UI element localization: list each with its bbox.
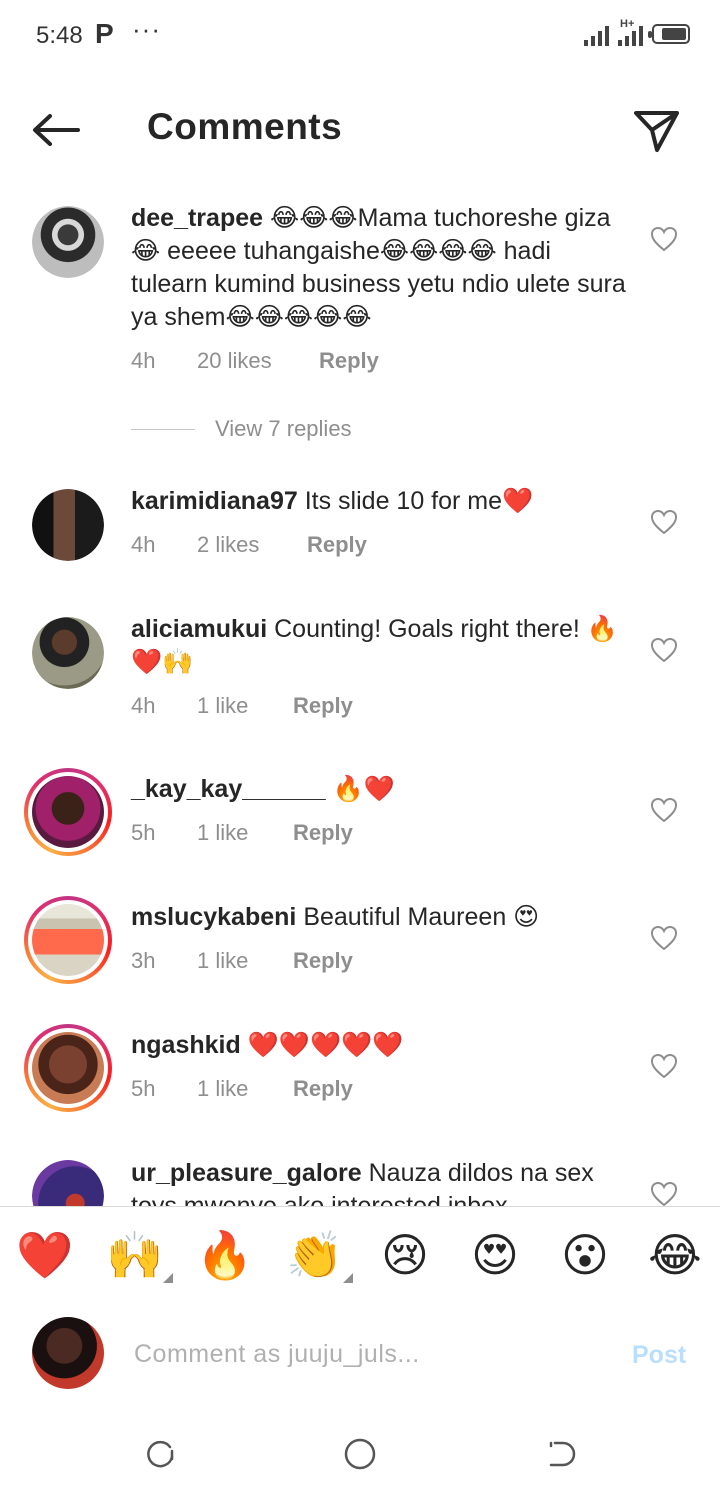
emoji-raising-hands[interactable]: 🙌 — [105, 1227, 173, 1283]
current-user-avatar — [32, 1317, 104, 1389]
comment-input[interactable] — [132, 1333, 596, 1375]
comment-username[interactable]: ur_pleasure_galore — [131, 1159, 362, 1187]
emoji-quick-bar: ❤️ 🙌 🔥 👏 😢 😍 😮 😂 — [0, 1206, 720, 1306]
system-nav-bar — [0, 1405, 720, 1500]
home-icon[interactable] — [343, 1437, 377, 1471]
skin-tone-indicator-icon — [163, 1273, 173, 1283]
emoji-crying[interactable]: 😢 — [375, 1227, 435, 1283]
avatar[interactable] — [32, 1160, 104, 1206]
skin-tone-indicator-icon — [343, 1273, 353, 1283]
comment-item: ur_pleasure_galore Nauza dildos na sex t… — [0, 0, 720, 1206]
emoji-clapping[interactable]: 👏 — [285, 1227, 353, 1283]
emoji-fire[interactable]: 🔥 — [195, 1227, 255, 1283]
emoji-heart[interactable]: ❤️ — [15, 1227, 75, 1283]
emoji-heart-eyes[interactable]: 😍 — [465, 1227, 525, 1283]
emoji-laughing[interactable]: 😂 — [645, 1227, 705, 1283]
recent-apps-icon[interactable] — [143, 1437, 177, 1471]
back-nav-icon[interactable] — [543, 1437, 577, 1471]
post-button[interactable]: Post — [632, 1341, 686, 1370]
comment-composer: Post — [0, 1305, 720, 1405]
emoji-surprised[interactable]: 😮 — [555, 1227, 615, 1283]
heart-icon[interactable] — [650, 1181, 678, 1206]
comment-body: ur_pleasure_galore Nauza dildos na sex t… — [131, 1157, 631, 1206]
